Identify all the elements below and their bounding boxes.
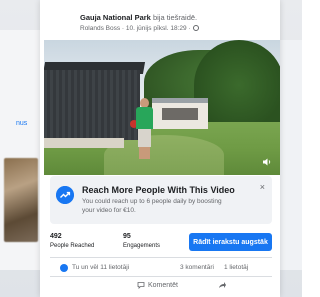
background-link-text: nus [16,120,28,127]
close-icon[interactable]: × [260,182,265,192]
post-actions-row: Komentēt [40,281,280,295]
page-name-link[interactable]: Gauja National Park [80,13,151,22]
comments-count[interactable]: 3 komentāri [180,264,214,271]
reactions-row: Tu un vēl 11 lietotāji 3 komentāri 1 lie… [40,262,280,274]
video-person-legs [139,147,150,159]
speaker-icon[interactable] [262,157,272,167]
background-post-left: nus [0,30,40,270]
trending-up-icon [56,186,74,204]
shared-text: bija tiešraidē. [152,13,198,22]
divider [50,276,272,277]
video-player[interactable] [44,40,280,175]
shares-count[interactable]: 1 lietotāj [224,264,248,271]
engagements-label: Engagements [123,243,161,249]
like-reaction-icon [60,264,68,272]
post-header: Gauja National Park bija tiešraidē. Rola… [40,0,280,40]
author-name[interactable]: Rolands Boss [80,25,120,32]
post-timestamp[interactable]: · 10. jūnijs pīksl. 18:29 · [122,25,191,32]
globe-icon [193,25,200,32]
comment-icon [137,282,145,289]
boost-description: You could reach up to 6 people daily by … [82,198,222,214]
video-shed-deck [44,138,124,148]
post-header-meta: Rolands Boss · 10. jūnijs pīksl. 18:29 · [80,25,200,32]
background-photo [4,158,38,242]
divider [50,257,272,258]
comment-label: Komentēt [148,281,178,289]
people-reached-value: 492 [50,233,62,240]
boost-post-button[interactable]: Rādīt ierakstu augstāk [189,233,272,251]
video-person-shirt [136,107,153,129]
boost-suggestion-panel: Reach More People With This Video You co… [50,176,272,224]
comment-button[interactable]: Komentēt [137,281,178,289]
share-icon[interactable] [218,281,226,289]
people-reached-label: People Reached [50,243,95,249]
post-card: Gauja National Park bija tiešraidē. Rola… [40,0,280,297]
video-shed [44,70,140,140]
likes-summary[interactable]: Tu un vēl 11 lietotāji [72,264,129,271]
boost-title: Reach More People With This Video [82,185,235,195]
video-house-window [162,108,198,120]
post-header-title: Gauja National Park bija tiešraidē. [80,13,197,22]
video-person-shorts [138,129,151,147]
engagements-value: 95 [123,233,131,240]
